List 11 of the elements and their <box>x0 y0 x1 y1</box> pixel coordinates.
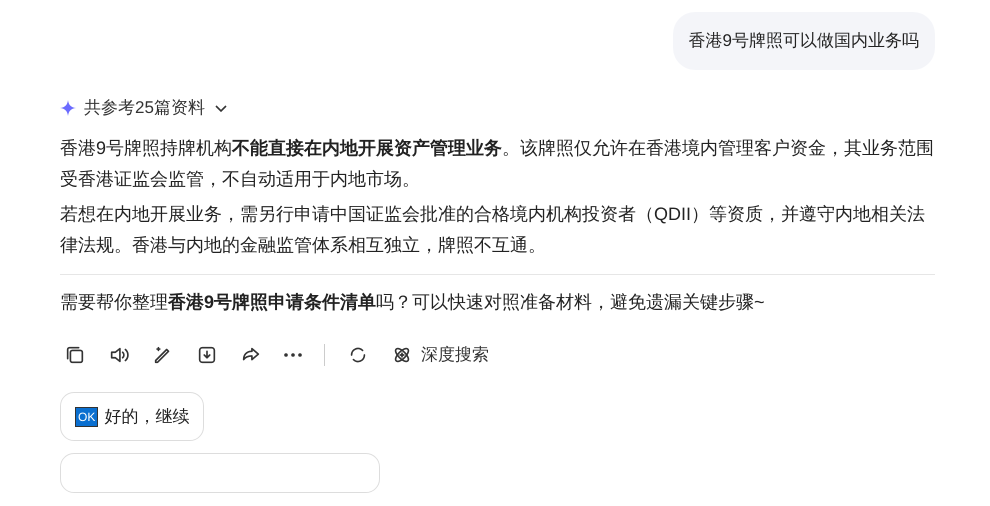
deep-search-button[interactable]: 深度搜索 <box>391 343 489 366</box>
sources-toggle[interactable]: 共参考25篇资料 <box>60 96 229 119</box>
user-message: 香港9号牌照可以做国内业务吗 <box>672 12 935 70</box>
suggestion-chip[interactable]: OK 好的，继续 <box>60 392 204 441</box>
follow-up-question: 需要帮你整理香港9号牌照申请条件清单吗？可以快速对照准备材料，避免遗漏关键步骤~ <box>60 291 766 314</box>
sparkle-icon <box>60 100 76 116</box>
ok-badge-icon: OK <box>75 406 98 426</box>
answer-paragraph: 香港9号牌照持牌机构不能直接在内地开展资产管理业务。该牌照仅允许在香港境内管理客户资金，其业务范围受香港证监会监管，不自动适用于内地市场。 <box>60 137 935 191</box>
more-icon <box>284 352 302 356</box>
answer-paragraph: 若想在内地开展业务，需另行申请中国证监会批准的合格境内机构投资者（QDII）等资质，并遵守内地相关法律法规。香港与内地的金融监管体系相互独立，牌照不互通。 <box>60 203 926 257</box>
more-button[interactable] <box>284 352 302 356</box>
